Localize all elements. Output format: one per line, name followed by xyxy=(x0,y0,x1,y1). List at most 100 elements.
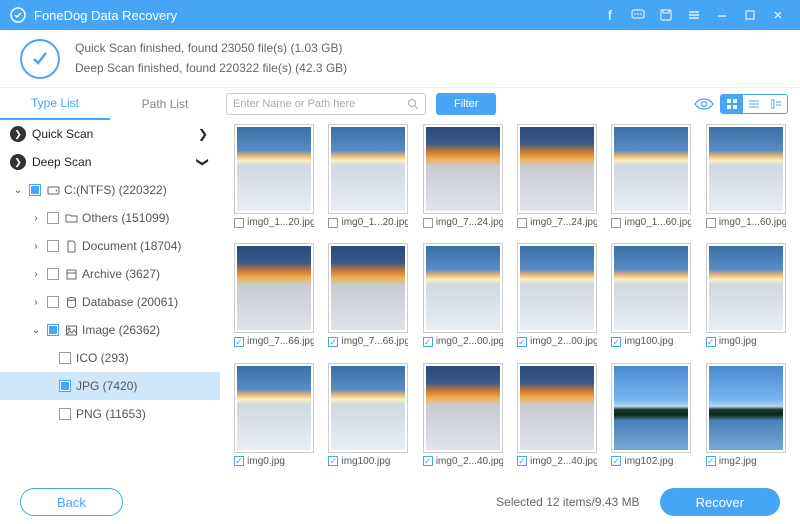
checkbox[interactable] xyxy=(47,240,59,252)
facebook-icon[interactable]: f xyxy=(598,3,622,27)
checkbox[interactable] xyxy=(328,337,338,347)
chevron-down-icon: ❯ xyxy=(10,154,26,170)
maximize-icon[interactable] xyxy=(738,3,762,27)
checkbox[interactable] xyxy=(611,218,621,228)
checkbox[interactable] xyxy=(517,337,527,347)
chevron-down-icon: ⌄ xyxy=(12,185,24,196)
checkbox[interactable] xyxy=(47,296,59,308)
view-detail-button[interactable] xyxy=(765,95,787,113)
close-icon[interactable] xyxy=(766,3,790,27)
grid-item[interactable]: img0_2...40.jpg xyxy=(513,363,601,476)
tab-type-list[interactable]: Type List xyxy=(0,88,110,120)
search-icon[interactable] xyxy=(407,98,419,110)
thumbnail[interactable] xyxy=(423,124,503,214)
grid-item[interactable]: img0_1...20.jpg xyxy=(324,124,412,237)
checkbox[interactable] xyxy=(611,456,621,466)
thumbnail[interactable] xyxy=(517,363,597,453)
save-icon[interactable] xyxy=(654,3,678,27)
tree-png[interactable]: PNG (11653) xyxy=(0,400,220,428)
checkbox[interactable] xyxy=(328,456,338,466)
tree-archive[interactable]: › Archive (3627) xyxy=(0,260,220,288)
thumbnail[interactable] xyxy=(423,243,503,333)
checkbox[interactable] xyxy=(517,456,527,466)
thumbnail[interactable] xyxy=(234,243,314,333)
thumbnail[interactable] xyxy=(706,363,786,453)
menu-icon[interactable] xyxy=(682,3,706,27)
checkbox[interactable] xyxy=(706,456,716,466)
grid-item[interactable]: img0_2...00.jpg xyxy=(513,243,601,356)
checkbox[interactable] xyxy=(423,456,433,466)
thumbnail[interactable] xyxy=(706,243,786,333)
tree-database[interactable]: › Database (20061) xyxy=(0,288,220,316)
checkbox[interactable] xyxy=(47,268,59,280)
thumbnail[interactable] xyxy=(706,124,786,214)
checkbox[interactable] xyxy=(234,337,244,347)
checkbox[interactable] xyxy=(47,324,59,336)
tree-others[interactable]: › Others (151099) xyxy=(0,204,220,232)
view-list-button[interactable] xyxy=(743,95,765,113)
view-grid-button[interactable] xyxy=(721,95,743,113)
grid-item[interactable]: img0_1...20.jpg xyxy=(230,124,318,237)
checkbox[interactable] xyxy=(706,218,716,228)
tree-image[interactable]: ⌄ Image (26362) xyxy=(0,316,220,344)
minimize-icon[interactable] xyxy=(710,3,734,27)
checkbox[interactable] xyxy=(47,212,59,224)
checkbox[interactable] xyxy=(59,352,71,364)
tree-quick-scan[interactable]: ❯ Quick Scan ❯ xyxy=(0,120,220,148)
thumbnail[interactable] xyxy=(611,124,691,214)
thumbnail[interactable] xyxy=(328,124,408,214)
file-name: img0_1...20.jpg xyxy=(247,217,314,228)
file-name: img0_7...66.jpg xyxy=(247,336,314,347)
grid-item[interactable]: img0.jpg xyxy=(702,243,790,356)
thumbnail[interactable] xyxy=(517,243,597,333)
checkbox[interactable] xyxy=(59,408,71,420)
grid-item[interactable]: img0_2...00.jpg xyxy=(419,243,507,356)
feedback-icon[interactable] xyxy=(626,3,650,27)
grid-item[interactable]: img100.jpg xyxy=(607,243,695,356)
grid-item[interactable]: img102.jpg xyxy=(607,363,695,476)
tree-drive[interactable]: ⌄ C:(NTFS) (220322) xyxy=(0,176,220,204)
status-bar: Quick Scan finished, found 23050 file(s)… xyxy=(0,30,800,88)
checkbox[interactable] xyxy=(611,337,621,347)
grid-item[interactable]: img0_7...24.jpg xyxy=(419,124,507,237)
grid-item[interactable]: img0.jpg xyxy=(230,363,318,476)
search-input[interactable]: Enter Name or Path here xyxy=(226,93,426,115)
grid-item[interactable]: img0_7...24.jpg xyxy=(513,124,601,237)
filter-button[interactable]: Filter xyxy=(436,93,496,115)
tab-path-list[interactable]: Path List xyxy=(110,88,220,120)
checkbox[interactable] xyxy=(234,456,244,466)
thumbnail[interactable] xyxy=(423,363,503,453)
thumbnail[interactable] xyxy=(611,243,691,333)
grid-item[interactable]: img2.jpg xyxy=(702,363,790,476)
checkbox[interactable] xyxy=(706,337,716,347)
preview-icon[interactable] xyxy=(694,97,714,111)
grid-item[interactable]: img0_1...60.jpg xyxy=(607,124,695,237)
grid-item[interactable]: img0_7...66.jpg xyxy=(230,243,318,356)
grid-item[interactable]: img0_1...60.jpg xyxy=(702,124,790,237)
recover-button[interactable]: Recover xyxy=(660,488,780,516)
checkbox[interactable] xyxy=(234,218,244,228)
back-button[interactable]: Back xyxy=(20,488,123,516)
thumbnail[interactable] xyxy=(234,363,314,453)
thumbnail[interactable] xyxy=(328,363,408,453)
tree-deep-scan[interactable]: ❯ Deep Scan ❯ xyxy=(0,148,220,176)
checkbox[interactable] xyxy=(423,337,433,347)
checkbox[interactable] xyxy=(328,218,338,228)
tree-jpg[interactable]: JPG (7420) xyxy=(0,372,220,400)
tree-document[interactable]: › Document (18704) xyxy=(0,232,220,260)
thumbnail[interactable] xyxy=(234,124,314,214)
checkbox[interactable] xyxy=(517,218,527,228)
checkbox[interactable] xyxy=(59,380,71,392)
thumbnail[interactable] xyxy=(517,124,597,214)
checkbox[interactable] xyxy=(29,184,41,196)
thumbnail[interactable] xyxy=(611,363,691,453)
grid-item[interactable]: img100.jpg xyxy=(324,363,412,476)
quick-scan-status: Quick Scan finished, found 23050 file(s)… xyxy=(75,39,347,58)
grid-item[interactable]: img0_2...40.jpg xyxy=(419,363,507,476)
grid-item[interactable]: img0_7...66.jpg xyxy=(324,243,412,356)
tree-ico[interactable]: ICO (293) xyxy=(0,344,220,372)
checkbox[interactable] xyxy=(423,218,433,228)
thumbnail[interactable] xyxy=(328,243,408,333)
document-icon xyxy=(64,240,78,253)
file-meta: img0_2...00.jpg xyxy=(517,336,597,347)
